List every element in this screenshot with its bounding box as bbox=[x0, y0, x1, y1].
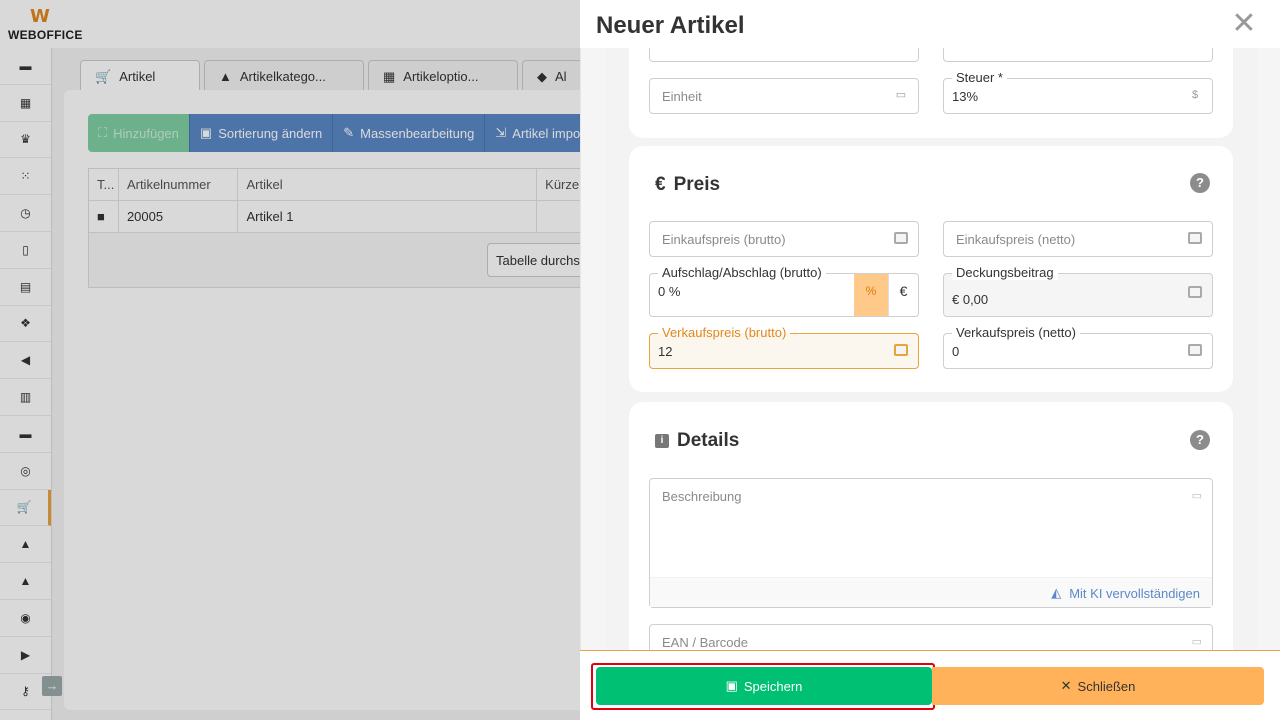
close-icon[interactable]: ✕ bbox=[1230, 6, 1258, 42]
upper-right-field[interactable] bbox=[943, 48, 1213, 62]
price-card: € Preis ? Einkaufspreis (brutto) Einkauf… bbox=[629, 146, 1233, 392]
floppy-icon: ▣ bbox=[725, 678, 738, 693]
close-button[interactable]: ✕ Schließen bbox=[932, 667, 1264, 705]
purchase-net-field[interactable]: Einkaufspreis (netto) bbox=[943, 221, 1213, 257]
tax-label: Steuer * bbox=[952, 71, 1007, 85]
sale-gross-field[interactable]: Verkaufspreis (brutto) 12 bbox=[649, 326, 919, 369]
money-icon bbox=[894, 344, 908, 356]
euro-icon: € bbox=[655, 174, 666, 195]
unit-placeholder: Einheit bbox=[662, 89, 702, 104]
ean-placeholder: EAN / Barcode bbox=[662, 635, 748, 650]
modal-overlay[interactable] bbox=[0, 0, 580, 720]
text-icon: ▭ bbox=[1191, 636, 1202, 648]
unit-field[interactable]: Einheit ▭ bbox=[649, 78, 919, 114]
ai-complete-link[interactable]: ◭ Mit KI vervollständigen bbox=[1051, 585, 1200, 601]
basic-card: Einheit ▭ Steuer * 13% $ bbox=[629, 48, 1233, 138]
sale-gross-label: Verkaufspreis (brutto) bbox=[658, 326, 791, 340]
form-container: Einheit ▭ Steuer * 13% $ € Preis ? Einka… bbox=[605, 48, 1257, 650]
sale-net-field[interactable]: Verkaufspreis (netto) 0 bbox=[943, 326, 1213, 369]
description-textarea[interactable]: Beschreibung ▭ ◭ Mit KI vervollständigen bbox=[649, 478, 1213, 608]
drawer-scroll-area[interactable]: Einheit ▭ Steuer * 13% $ € Preis ? Einka… bbox=[580, 48, 1280, 650]
percent-toggle[interactable]: % bbox=[854, 274, 888, 316]
details-heading: i Details bbox=[655, 430, 739, 452]
money-icon bbox=[894, 232, 908, 244]
price-heading-text: Preis bbox=[673, 174, 721, 195]
details-card: i Details ? Beschreibung ▭ ◭ Mit KI verv… bbox=[629, 402, 1233, 650]
sale-net-value: 0 bbox=[952, 344, 960, 359]
description-actions: ◭ Mit KI vervollständigen bbox=[650, 577, 1212, 607]
money-icon bbox=[1188, 286, 1202, 298]
save-button[interactable]: ▣ Speichern bbox=[596, 667, 932, 705]
description-placeholder: Beschreibung bbox=[662, 489, 742, 504]
money-icon bbox=[1188, 232, 1202, 244]
ai-complete-label: Mit KI vervollständigen bbox=[1069, 585, 1200, 601]
purchase-gross-field[interactable]: Einkaufspreis (brutto) bbox=[649, 221, 919, 257]
markup-value: 0 % bbox=[658, 284, 681, 299]
price-help-icon[interactable]: ? bbox=[1190, 173, 1210, 193]
info-icon: i bbox=[655, 434, 669, 448]
margin-field: Deckungsbeitrag € 0,00 bbox=[943, 266, 1213, 317]
margin-value: € 0,00 bbox=[952, 292, 989, 307]
new-article-drawer: Neuer Artikel ✕ Einheit ▭ Steuer * 13% $ bbox=[580, 0, 1280, 720]
tax-value: 13% bbox=[952, 89, 979, 104]
drawer-footer: ▣ Speichern ✕ Schließen bbox=[580, 650, 1280, 720]
dollar-icon: $ bbox=[1191, 89, 1199, 101]
text-icon: ▭ bbox=[1191, 490, 1202, 502]
save-label: Speichern bbox=[743, 678, 803, 694]
price-heading: € Preis bbox=[655, 174, 720, 196]
text-icon: ▭ bbox=[895, 89, 907, 101]
margin-label: Deckungsbeitrag bbox=[952, 266, 1058, 280]
details-heading-text: Details bbox=[677, 430, 740, 451]
markup-label: Aufschlag/Abschlag (brutto) bbox=[658, 266, 826, 280]
purchase-gross-placeholder: Einkaufspreis (brutto) bbox=[662, 232, 786, 247]
x-icon: ✕ bbox=[1060, 678, 1072, 693]
tax-field[interactable]: Steuer * 13% $ bbox=[943, 71, 1213, 114]
money-icon bbox=[1188, 344, 1202, 356]
sale-net-label: Verkaufspreis (netto) bbox=[952, 326, 1080, 340]
upper-left-field[interactable] bbox=[649, 48, 919, 62]
details-help-icon[interactable]: ? bbox=[1190, 430, 1210, 450]
purchase-net-placeholder: Einkaufspreis (netto) bbox=[956, 232, 1076, 247]
sale-gross-value: 12 bbox=[658, 344, 673, 359]
ean-field[interactable]: EAN / Barcode ▭ bbox=[649, 624, 1213, 650]
euro-toggle[interactable]: € bbox=[888, 274, 918, 316]
magic-icon: ◭ bbox=[1051, 585, 1062, 600]
drawer-title: Neuer Artikel bbox=[596, 12, 745, 39]
markup-field[interactable]: Aufschlag/Abschlag (brutto) 0 % % € bbox=[649, 266, 919, 317]
close-label: Schließen bbox=[1077, 678, 1136, 694]
